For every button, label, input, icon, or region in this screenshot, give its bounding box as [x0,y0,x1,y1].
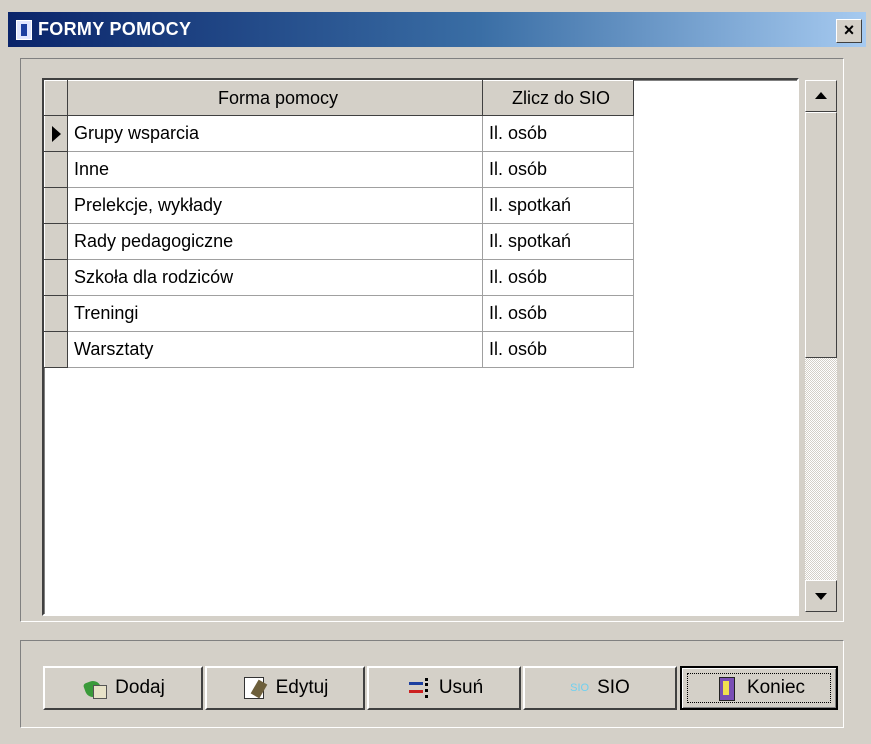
cell-forma-pomocy[interactable]: Rady pedagogiczne [67,223,483,260]
scroll-thumb[interactable] [805,112,837,358]
row-indicator[interactable] [44,151,68,188]
row-indicator[interactable] [44,115,68,152]
row-indicator[interactable] [44,223,68,260]
koniec-button[interactable]: Koniec [680,666,838,710]
column-header-zlicz[interactable]: Zlicz do SIO [482,80,634,116]
data-grid[interactable]: Forma pomocy Zlicz do SIO Grupy wsparcia… [42,78,799,616]
table-row[interactable]: Szkoła dla rodziców Il. osób [44,259,634,296]
row-indicator[interactable] [44,331,68,368]
dodaj-label: Dodaj [115,677,165,698]
row-indicator-header [44,80,68,116]
edytuj-label: Edytuj [275,677,329,698]
add-icon [81,675,108,701]
vertical-scrollbar[interactable] [805,80,837,612]
row-indicator[interactable] [44,259,68,296]
table-row[interactable]: Grupy wsparcia Il. osób [44,115,634,152]
delete-icon [405,675,431,701]
scroll-up-button[interactable] [805,80,837,112]
cell-forma-pomocy[interactable]: Inne [67,151,483,188]
table-row[interactable]: Treningi Il. osób [44,295,634,332]
usun-label: Usuń [438,677,484,698]
sio-label: SIO [597,677,630,698]
usun-button[interactable]: Usuń [367,666,521,710]
cell-forma-pomocy[interactable]: Warsztaty [67,331,483,368]
arrow-down-icon [815,593,827,600]
cell-zlicz-do-sio[interactable]: Il. spotkań [482,187,634,224]
cell-zlicz-do-sio[interactable]: Il. osób [482,115,634,152]
cell-forma-pomocy[interactable]: Szkoła dla rodziców [67,259,483,296]
sio-icon: SIO [570,682,590,694]
arrow-up-icon [815,92,827,99]
cell-zlicz-do-sio[interactable]: Il. osób [482,259,634,296]
cell-forma-pomocy[interactable]: Grupy wsparcia [67,115,483,152]
grid-header-row: Forma pomocy Zlicz do SIO [44,80,634,116]
table-row[interactable]: Prelekcje, wykłady Il. spotkań [44,187,634,224]
row-indicator[interactable] [44,187,68,224]
exit-door-icon [713,675,739,701]
window-title: FORMY POMOCY [38,19,192,39]
koniec-label: Koniec [746,677,806,698]
table-row[interactable]: Warsztaty Il. osób [44,331,634,368]
cell-zlicz-do-sio[interactable]: Il. spotkań [482,223,634,260]
sio-button[interactable]: SIO SIO [523,666,677,710]
title-bar[interactable]: FORMY POMOCY × [8,12,866,47]
cell-zlicz-do-sio[interactable]: Il. osób [482,295,634,332]
edytuj-button[interactable]: Edytuj [205,666,365,710]
app-icon [16,20,32,40]
cell-zlicz-do-sio[interactable]: Il. osób [482,331,634,368]
dodaj-button[interactable]: Dodaj [43,666,203,710]
row-indicator[interactable] [44,295,68,332]
scroll-down-button[interactable] [805,580,837,612]
table-row[interactable]: Rady pedagogiczne Il. spotkań [44,223,634,260]
edit-icon [242,675,268,701]
cell-zlicz-do-sio[interactable]: Il. osób [482,151,634,188]
table-row[interactable]: Inne Il. osób [44,151,634,188]
cell-forma-pomocy[interactable]: Treningi [67,295,483,332]
current-row-arrow-icon [52,126,61,142]
grid-table: Forma pomocy Zlicz do SIO Grupy wsparcia… [44,80,634,368]
column-header-forma[interactable]: Forma pomocy [67,80,483,116]
close-button[interactable]: × [836,19,862,43]
cell-forma-pomocy[interactable]: Prelekcje, wykłady [67,187,483,224]
